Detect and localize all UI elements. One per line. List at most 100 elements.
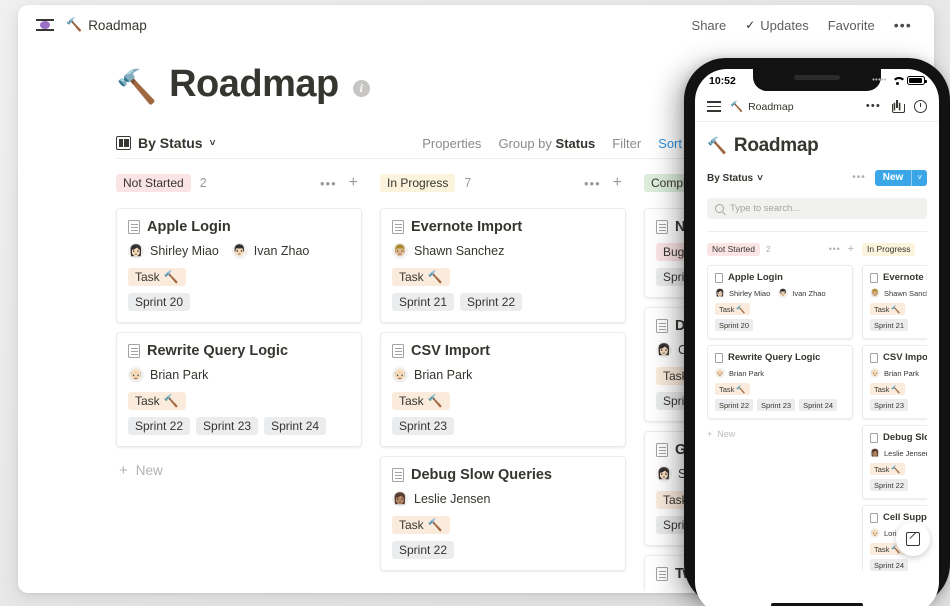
hammer-icon: 🔨 — [736, 384, 746, 394]
board-card[interactable]: Apple Login 👩🏻 Shirley Miao 👨🏻 Ivan Zhao — [707, 265, 853, 339]
board-column-not-started: Not Started 2 ••• + Apple Login 👩🏻 Shirl… — [116, 171, 380, 591]
updates-button[interactable]: ✓ Updates — [745, 18, 808, 33]
person-name: Shawn Sanchez — [414, 244, 505, 258]
sort-button[interactable]: Sort — [658, 136, 682, 151]
card-type-tags: Task 🔨 — [128, 392, 350, 410]
column-add-icon[interactable]: + — [349, 175, 358, 191]
board-card[interactable]: Debug Slow Queries 👩🏽 Leslie Jensen Task… — [380, 456, 626, 571]
status-time: 10:52 — [709, 74, 736, 87]
person: 👩🏻 Shirley Miao — [715, 288, 770, 298]
card-people: 👩🏽 Leslie Jensen — [870, 448, 927, 458]
group-by-value: Status — [555, 135, 596, 151]
card-title: Apple Login — [147, 219, 231, 235]
sprint-tag: Sprint 23 — [870, 399, 909, 411]
column-new-button[interactable]: + New — [707, 425, 862, 439]
updates-label: Updates — [760, 17, 809, 33]
card-people: 👩🏻 Shirley Miao 👨🏻 Ivan Zhao — [715, 288, 845, 298]
hammer-icon: 🔨 — [163, 394, 179, 408]
breadcrumb[interactable]: 🔨 Roadmap — [66, 17, 147, 33]
card-title: Rewrite Query Logic — [728, 352, 821, 363]
view-selector[interactable]: By Status ˅ — [707, 173, 763, 184]
group-by-button[interactable]: Group by Status — [498, 136, 595, 151]
type-tag: Task 🔨 — [870, 303, 905, 315]
view-name-label: By Status — [707, 172, 754, 184]
status-badge: In Progress — [380, 174, 456, 192]
board-card[interactable]: Apple Login 👩🏻 Shirley Miao 👨🏻 Ivan Zhao — [116, 208, 362, 323]
favorite-button[interactable]: Favorite — [828, 18, 875, 33]
favorite-label: Favorite — [827, 17, 875, 33]
share-button[interactable]: Share — [692, 18, 727, 33]
phone-board-viewport[interactable]: Not Started 2 ••• + Apple Login 👩🏻 Shirl… — [707, 241, 927, 571]
board-card[interactable]: CSV Import 👴🏻 Brian Park Task — [862, 345, 927, 419]
breadcrumb-label: Roadmap — [88, 17, 147, 33]
sprint-tag: Sprint 21 — [392, 293, 455, 311]
document-icon — [656, 220, 668, 234]
view-selector[interactable]: By Status ˅ — [116, 135, 215, 151]
search-placeholder: Type to search... — [730, 203, 801, 214]
page-title: Roadmap — [733, 135, 819, 156]
avatar: 👩🏻 — [715, 288, 725, 298]
card-type-tags: Task 🔨 — [392, 516, 614, 534]
workspace-logo-icon[interactable] — [36, 16, 54, 34]
card-title: Evernote Import — [411, 219, 523, 235]
clock-icon[interactable] — [914, 100, 927, 113]
column-more-icon[interactable]: ••• — [829, 244, 841, 254]
search-input[interactable]: Type to search... — [707, 198, 927, 219]
card-title: Debug Slow Queries — [411, 467, 552, 483]
board-card[interactable]: Evernote Import 👨🏼 Shawn Sanchez — [862, 265, 927, 339]
column-header: Not Started 2 ••• + — [116, 171, 380, 195]
phone-page-title-row: 🔨 Roadmap — [707, 122, 927, 168]
new-label: New — [717, 429, 736, 439]
document-icon — [656, 319, 668, 333]
card-title-row: Debug Slow Queries — [392, 467, 614, 483]
sprint-tag: Sprint 23 — [196, 417, 259, 435]
hammer-icon: 🔨 — [427, 270, 443, 284]
phone-board-column-in-progress: In Progress Evernote Import 👨🏼 — [862, 241, 927, 571]
more-options-icon[interactable]: ••• — [894, 18, 912, 32]
card-sprint-tags: Sprint 22 Sprint 23 Sprint 24 — [715, 399, 845, 411]
more-options-icon[interactable]: ••• — [866, 101, 881, 112]
view-more-icon[interactable]: ••• — [852, 173, 866, 183]
info-icon[interactable]: i — [352, 80, 370, 97]
board-card[interactable]: CSV Import 👴🏻 Brian Park Task 🔨 Sprint 2… — [380, 332, 626, 447]
card-sprint-tags: Sprint 22 — [392, 541, 614, 559]
filter-button[interactable]: Filter — [612, 136, 641, 151]
card-type-tags: Task 🔨 — [870, 463, 927, 475]
new-button[interactable]: New ˅ — [874, 170, 927, 186]
sprint-tag: Sprint 23 — [392, 417, 455, 435]
card-people: 👨🏼 Shawn Sanchez — [392, 243, 614, 259]
person-name: Shirley Miao — [150, 244, 219, 258]
share-icon[interactable] — [892, 100, 905, 113]
board-card[interactable]: Evernote Import 👨🏼 Shawn Sanchez Task 🔨 — [380, 208, 626, 323]
person: 👨🏼 Shawn Sanchez — [392, 243, 504, 259]
type-tag: Task 🔨 — [392, 516, 450, 534]
type-tag-label: Task — [874, 304, 890, 314]
type-tag-label: Task — [399, 394, 424, 408]
column-more-icon[interactable]: ••• — [320, 177, 337, 190]
board-card[interactable]: Rewrite Query Logic 👴🏻 Brian Park Task 🔨… — [707, 345, 853, 419]
card-title-row: Debug Slow Queries — [870, 432, 927, 443]
card-sprint-tags: Sprint 20 — [128, 293, 350, 311]
column-add-icon[interactable]: + — [848, 243, 854, 255]
person-name: Shirley Miao — [729, 288, 771, 298]
column-new-button[interactable]: + New — [116, 456, 380, 479]
sprint-tag: Sprint 24 — [870, 559, 909, 571]
hammer-icon: 🔨 — [163, 270, 179, 284]
card-title: Cell Support — [883, 512, 927, 523]
type-tag: Task 🔨 — [715, 303, 750, 315]
menu-icon[interactable] — [707, 101, 721, 112]
page-title[interactable]: Roadmap — [169, 63, 339, 106]
phone-breadcrumb[interactable]: 🔨 Roadmap — [730, 100, 794, 114]
page-icon-hammer-icon[interactable]: 🔨 — [116, 70, 157, 103]
document-icon — [128, 344, 140, 358]
board-card[interactable]: Debug Slow Queries 👩🏽 Leslie Jensen — [862, 425, 927, 499]
type-tag-label: Task — [874, 544, 890, 554]
properties-button[interactable]: Properties — [422, 136, 481, 151]
person: 👨🏼 Shawn Sanchez — [870, 288, 927, 298]
column-more-icon[interactable]: ••• — [584, 177, 601, 190]
card-title-row: Apple Login — [128, 219, 350, 235]
board-card[interactable]: Rewrite Query Logic 👴🏻 Brian Park Task 🔨 — [116, 332, 362, 447]
compose-icon[interactable] — [896, 522, 930, 556]
column-add-icon[interactable]: + — [613, 175, 622, 191]
avatar: 👴🏻 — [870, 368, 880, 378]
